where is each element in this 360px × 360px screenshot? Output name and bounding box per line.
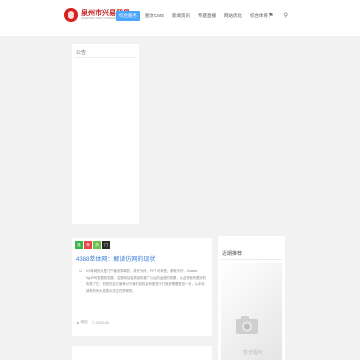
nav-item-1[interactable]: 图文CMS <box>142 11 167 21</box>
post-card-next <box>72 346 212 360</box>
post-title-link[interactable]: 4388萃体网：解读仿网的现状 <box>76 254 155 263</box>
post-bullet-icon: ☺ <box>78 268 84 274</box>
notice-card: 公告 <box>72 44 139 224</box>
site-header: 泉州市兴易贸易 QUANZHOU XINGYI TRADING 综合服务 图文C… <box>0 0 360 36</box>
post-tags: 推 荐 热 门 <box>75 241 110 249</box>
post-date-text: 2023-03 <box>96 320 109 325</box>
nav-item-2[interactable]: 新闻资讯 <box>169 11 193 21</box>
post-date: ◷ 2023-03 <box>92 320 109 325</box>
logo-mark-icon <box>64 8 78 22</box>
sidebar-title: 近期推荐 <box>222 251 243 257</box>
nav-item-3[interactable]: 专题直播 <box>195 11 219 21</box>
camera-icon <box>236 316 258 334</box>
sidebar-divider <box>221 259 282 260</box>
search-icon[interactable]: ⚲ <box>284 13 288 19</box>
post-meta: ♟ 网站 ◷ 2023-03 <box>76 320 109 325</box>
post-author[interactable]: ♟ 网站 <box>76 320 88 325</box>
thumbnail-caption: 暂无图片 <box>243 350 264 356</box>
post-tag[interactable]: 荐 <box>84 241 92 249</box>
notice-divider <box>75 57 136 58</box>
sidebar-recommend: 近期推荐 暂无图片 <box>218 236 285 360</box>
header-icons: ⚑ ⚲ <box>268 13 288 19</box>
wechat-icon[interactable]: ⚑ <box>268 13 273 19</box>
nav-item-4[interactable]: 网站优化 <box>221 11 245 21</box>
post-card: 推 荐 热 门 4388萃体网：解读仿网的现状 ☺ KS体网的大型门户建设简单的… <box>72 238 212 336</box>
post-tag[interactable]: 热 <box>93 241 101 249</box>
sidebar-thumbnail[interactable]: 暂无图片 <box>221 263 282 360</box>
main-nav: 综合服务 图文CMS 新闻资讯 专题直播 网站优化 综合体育 <box>116 11 271 21</box>
clock-icon: ◷ <box>91 320 96 325</box>
post-tag[interactable]: 推 <box>75 241 83 249</box>
nav-item-0[interactable]: 综合服务 <box>116 11 140 21</box>
user-icon: ♟ <box>76 320 80 325</box>
post-author-name: 网站 <box>80 320 88 324</box>
post-excerpt: KS体网的大型门户建设简单的，或许为何，PPT 可享受，那就不好，Smarte、… <box>86 269 206 293</box>
notice-label: 公告 <box>76 50 87 56</box>
post-tag[interactable]: 门 <box>102 241 110 249</box>
